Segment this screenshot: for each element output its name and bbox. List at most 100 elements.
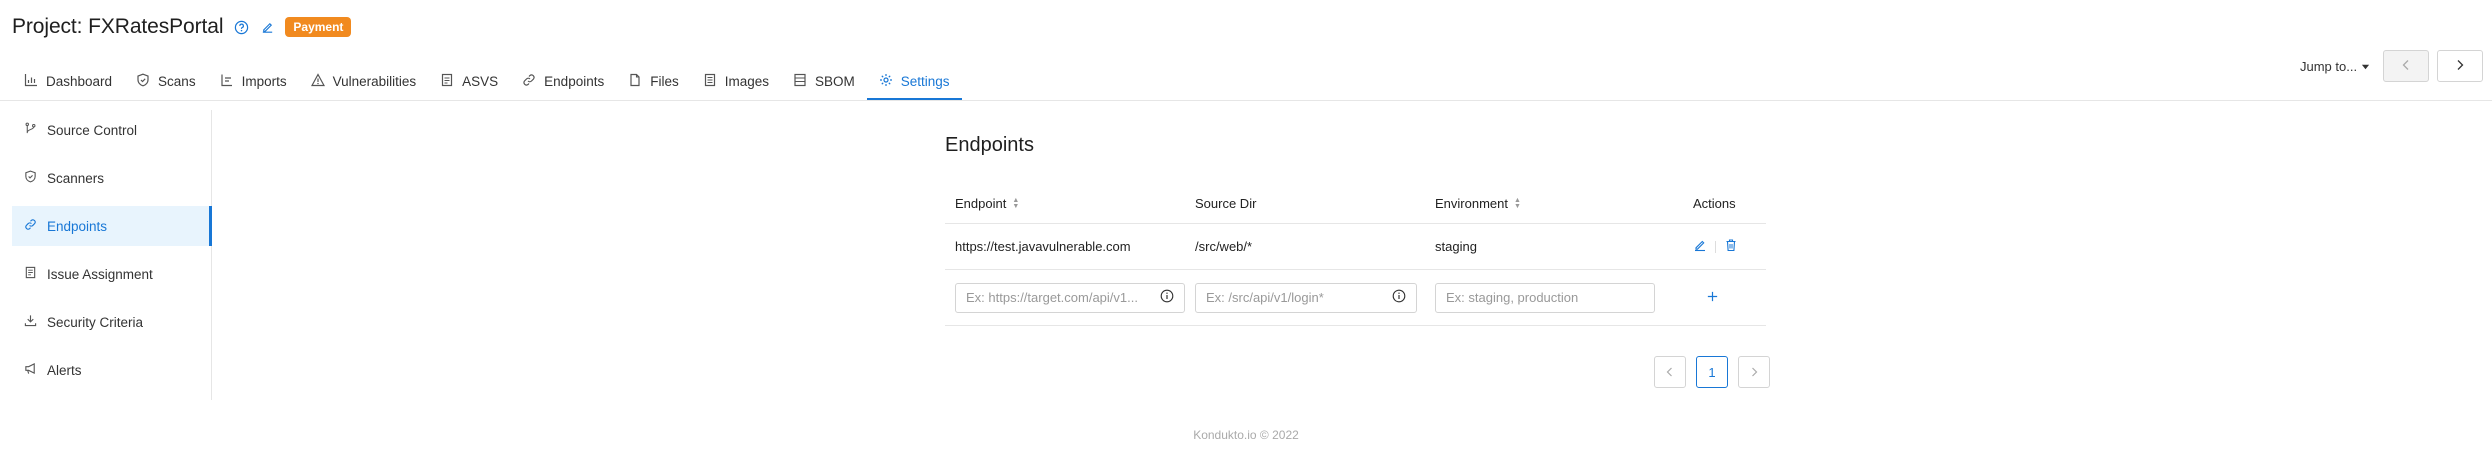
sidebar-item-label: Scanners bbox=[47, 170, 105, 186]
endpoint-input[interactable]: Ex: https://target.com/api/v1... bbox=[955, 282, 1185, 313]
edit-icon[interactable] bbox=[1693, 238, 1707, 255]
sort-icon[interactable]: ▲ ▼ bbox=[1012, 197, 1019, 210]
project-label-badge: Payment bbox=[285, 17, 352, 37]
image-icon bbox=[703, 73, 717, 90]
sidebar-item-endpoints[interactable]: Endpoints bbox=[12, 206, 212, 246]
page-number-button[interactable]: 1 bbox=[1696, 356, 1728, 388]
chevron-right-icon bbox=[2454, 58, 2466, 74]
gear-icon bbox=[879, 73, 893, 90]
column-label: Environment bbox=[1435, 196, 1508, 211]
tab-label: Images bbox=[724, 73, 770, 89]
link-icon bbox=[24, 218, 37, 234]
tab-asvs[interactable]: ASVS bbox=[428, 64, 510, 100]
tab-dashboard[interactable]: Dashboard bbox=[12, 64, 124, 100]
jump-to-dropdown[interactable]: Jump to... bbox=[2300, 56, 2370, 76]
page-title: Project: FXRatesPortal bbox=[12, 15, 224, 38]
file-icon bbox=[628, 73, 642, 90]
shield-icon bbox=[24, 170, 37, 186]
document-icon bbox=[440, 73, 454, 90]
table-header: Endpoint ▲ ▼ Source Dir Environment ▲ ▼ Ac… bbox=[945, 184, 1766, 224]
tab-endpoints[interactable]: Endpoints bbox=[510, 64, 616, 100]
section-title: Endpoints bbox=[945, 134, 1034, 156]
column-header-source-dir: Source Dir bbox=[1195, 184, 1256, 223]
action-divider bbox=[1715, 240, 1716, 253]
caret-down-icon bbox=[2361, 59, 2370, 74]
tab-label: Files bbox=[650, 73, 679, 89]
tab-label: Settings bbox=[900, 73, 950, 89]
table-row: https://test.javavulnerable.com /src/web… bbox=[945, 224, 1766, 270]
criteria-icon bbox=[24, 314, 37, 330]
shield-icon bbox=[136, 73, 150, 90]
previous-project-button[interactable] bbox=[2383, 50, 2429, 82]
column-header-environment[interactable]: Environment ▲ ▼ bbox=[1435, 184, 1521, 223]
source-dir-cell: /src/web/* bbox=[1195, 239, 1253, 254]
endpoint-placeholder: Ex: https://target.com/api/v1... bbox=[966, 290, 1138, 305]
project-tabs: Dashboard Scans Imports Vulnerabilities … bbox=[12, 64, 962, 100]
sidebar-item-security-criteria[interactable]: Security Criteria bbox=[12, 302, 211, 342]
branch-icon bbox=[24, 122, 37, 138]
help-circle-icon[interactable] bbox=[233, 19, 249, 35]
column-label: Actions bbox=[1693, 196, 1736, 211]
sort-icon[interactable]: ▲ ▼ bbox=[1514, 197, 1521, 210]
source-dir-placeholder: Ex: /src/api/v1/login* bbox=[1206, 290, 1324, 305]
column-header-endpoint[interactable]: Endpoint ▲ ▼ bbox=[955, 184, 1019, 223]
chevron-right-icon bbox=[1749, 365, 1759, 380]
add-endpoint-button[interactable] bbox=[1706, 270, 1719, 325]
tab-label: Endpoints bbox=[544, 73, 605, 89]
chevron-left-icon bbox=[1665, 365, 1675, 380]
pagination: 1 bbox=[1654, 356, 1770, 388]
plus-icon bbox=[1706, 290, 1719, 306]
assignment-icon bbox=[24, 266, 37, 282]
megaphone-icon bbox=[24, 362, 37, 378]
column-label: Source Dir bbox=[1195, 196, 1257, 211]
jump-to-label: Jump to... bbox=[2300, 58, 2358, 74]
delete-icon[interactable] bbox=[1724, 238, 1738, 255]
environment-input-wrap: Ex: staging, production bbox=[1435, 270, 1655, 325]
info-icon[interactable] bbox=[1386, 289, 1406, 306]
sidebar-item-source-control[interactable]: Source Control bbox=[12, 110, 211, 150]
tab-label: SBOM bbox=[815, 73, 855, 89]
tab-files[interactable]: Files bbox=[616, 64, 691, 100]
tab-settings[interactable]: Settings bbox=[866, 64, 962, 100]
tab-label: Vulnerabilities bbox=[332, 73, 417, 89]
column-label: Endpoint bbox=[955, 196, 1007, 211]
tab-scans[interactable]: Scans bbox=[124, 64, 208, 100]
info-icon[interactable] bbox=[1154, 289, 1174, 306]
endpoint-cell: https://test.javavulnerable.com bbox=[955, 239, 1131, 254]
sidebar-item-label: Alerts bbox=[47, 362, 82, 378]
source-dir-input-wrap: Ex: /src/api/v1/login* bbox=[1195, 270, 1417, 325]
tab-label: ASVS bbox=[462, 73, 499, 89]
import-icon bbox=[220, 73, 234, 90]
chevron-left-icon bbox=[2400, 58, 2412, 74]
tab-label: Dashboard bbox=[46, 73, 113, 89]
tab-label: Imports bbox=[241, 73, 287, 89]
previous-page-button[interactable] bbox=[1654, 356, 1686, 388]
footer-copyright: Kondukto.io © 2022 bbox=[1193, 428, 1299, 442]
tab-sbom[interactable]: SBOM bbox=[781, 64, 867, 100]
environment-input[interactable]: Ex: staging, production bbox=[1435, 282, 1655, 313]
link-icon bbox=[522, 73, 536, 90]
sidebar-item-scanners[interactable]: Scanners bbox=[12, 158, 211, 198]
tab-label: Scans bbox=[158, 73, 196, 89]
tabs-divider bbox=[0, 100, 2492, 101]
endpoints-table: Endpoint ▲ ▼ Source Dir Environment ▲ ▼ Ac… bbox=[945, 184, 1766, 326]
bar-chart-icon bbox=[24, 73, 38, 90]
next-page-button[interactable] bbox=[1738, 356, 1770, 388]
tab-images[interactable]: Images bbox=[691, 64, 781, 100]
sidebar-item-label: Issue Assignment bbox=[47, 266, 153, 282]
tab-vulnerabilities[interactable]: Vulnerabilities bbox=[299, 64, 429, 100]
tab-imports[interactable]: Imports bbox=[208, 64, 299, 100]
source-dir-input[interactable]: Ex: /src/api/v1/login* bbox=[1195, 282, 1417, 313]
page-header: Project: FXRatesPortal Payment bbox=[12, 12, 352, 42]
environment-cell: staging bbox=[1435, 239, 1477, 254]
sidebar-item-label: Endpoints bbox=[47, 218, 108, 234]
endpoint-input-wrap: Ex: https://target.com/api/v1... bbox=[955, 270, 1185, 325]
sidebar-item-alerts[interactable]: Alerts bbox=[12, 350, 211, 390]
list-icon bbox=[793, 73, 807, 90]
sidebar-item-issue-assignment[interactable]: Issue Assignment bbox=[12, 254, 211, 294]
environment-placeholder: Ex: staging, production bbox=[1446, 290, 1579, 305]
edit-icon[interactable] bbox=[259, 19, 275, 35]
column-header-actions: Actions bbox=[1693, 184, 1736, 223]
settings-sidebar: Source Control Scanners Endpoints Issue … bbox=[12, 110, 212, 400]
next-project-button[interactable] bbox=[2437, 50, 2483, 82]
